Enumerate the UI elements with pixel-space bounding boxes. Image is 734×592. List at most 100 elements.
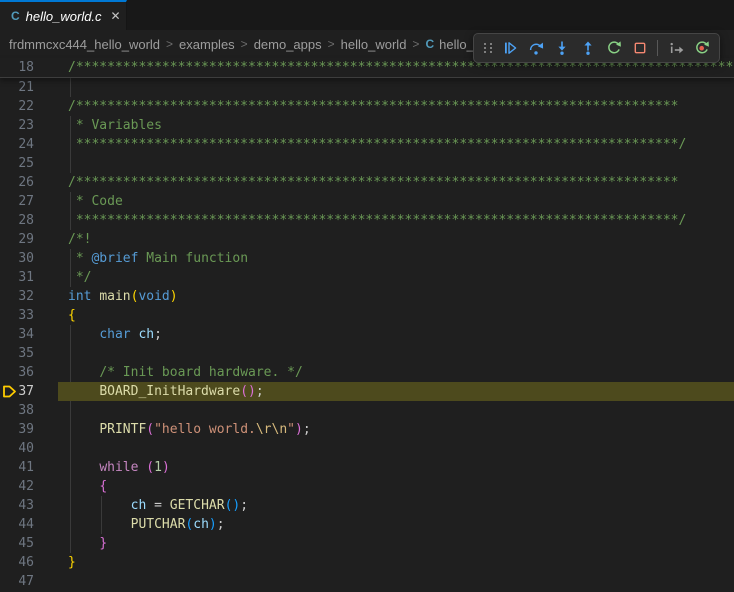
code-token <box>68 422 99 437</box>
code-text: /* Init board hardware. */ <box>68 363 734 382</box>
line-number[interactable]: 32 <box>0 287 34 306</box>
line-number[interactable]: 43 <box>0 496 34 515</box>
line-number[interactable]: 18 <box>0 58 34 77</box>
code-line[interactable]: 47 <box>0 572 734 591</box>
line-number[interactable]: 44 <box>0 515 34 534</box>
restart-icon[interactable] <box>601 36 626 60</box>
breadcrumb-item[interactable]: frdmmcxc444_hello_world <box>9 37 160 52</box>
line-number[interactable]: 45 <box>0 534 34 553</box>
code-text: ch = GETCHAR(); <box>68 496 734 515</box>
code-line[interactable]: 24 *************************************… <box>0 135 734 154</box>
code-token: "hello world. <box>154 422 256 437</box>
code-line[interactable]: 27 * Code <box>0 192 734 211</box>
code-line[interactable]: 29 /*! <box>0 230 734 249</box>
line-number[interactable]: 47 <box>0 572 34 591</box>
code-token: ****************************************… <box>68 137 686 152</box>
breadcrumb-item[interactable]: examples <box>179 37 235 52</box>
code-text: BOARD_InitHardware(); <box>68 382 734 401</box>
code-token: ; <box>217 517 225 532</box>
code-token: ch <box>193 517 209 532</box>
code-token <box>68 384 99 399</box>
step-over-icon[interactable] <box>523 36 548 60</box>
code-text: PUTCHAR(ch); <box>68 515 734 534</box>
line-number[interactable]: 34 <box>0 325 34 344</box>
line-number[interactable]: 33 <box>0 306 34 325</box>
code-line[interactable]: 43 ch = GETCHAR(); <box>0 496 734 515</box>
line-number[interactable]: 26 <box>0 173 34 192</box>
code-token: \r\n <box>256 422 287 437</box>
line-number[interactable]: 42 <box>0 477 34 496</box>
code-line[interactable]: 21 <box>0 78 734 97</box>
line-number[interactable]: 28 <box>0 211 34 230</box>
continue-icon[interactable] <box>497 36 522 60</box>
line-number[interactable]: 30 <box>0 249 34 268</box>
line-number[interactable]: 31 <box>0 268 34 287</box>
line-number[interactable]: 21 <box>0 78 34 97</box>
step-into-icon[interactable] <box>549 36 574 60</box>
code-token: /*! <box>68 232 91 247</box>
code-line[interactable]: 33{ <box>0 306 734 325</box>
step-out-icon[interactable] <box>575 36 600 60</box>
tab-hello-world-c[interactable]: C hello_world.c ✕ <box>0 0 127 30</box>
code-line[interactable]: 36 /* Init board hardware. */ <box>0 363 734 382</box>
gripper-icon[interactable] <box>479 36 496 60</box>
line-number[interactable]: 36 <box>0 363 34 382</box>
line-number[interactable]: 46 <box>0 553 34 572</box>
code-token: * Code <box>68 194 123 209</box>
stop-icon[interactable] <box>627 36 652 60</box>
line-number[interactable]: 40 <box>0 439 34 458</box>
code-line[interactable]: 39 PRINTF("hello world.\r\n"); <box>0 420 734 439</box>
line-number[interactable]: 25 <box>0 154 34 173</box>
code-text <box>68 344 734 363</box>
code-text <box>68 78 734 97</box>
code-line[interactable]: 44 PUTCHAR(ch); <box>0 515 734 534</box>
code-text: /*! <box>68 230 734 249</box>
code-token: /* Init board hardware. */ <box>99 365 303 380</box>
code-line[interactable]: 37 BOARD_InitHardware(); <box>0 382 734 401</box>
line-number[interactable]: 39 <box>0 420 34 439</box>
code-line[interactable]: 26 /*************************************… <box>0 173 734 192</box>
c-file-icon: C <box>425 37 434 51</box>
debug-toolbar <box>473 33 720 63</box>
code-line[interactable]: 25 <box>0 154 734 173</box>
code-line[interactable]: 31 */ <box>0 268 734 287</box>
line-number[interactable]: 35 <box>0 344 34 363</box>
line-number[interactable]: 27 <box>0 192 34 211</box>
code-line[interactable]: 42 { <box>0 477 734 496</box>
code-token: PUTCHAR <box>131 517 186 532</box>
code-token: ) <box>209 517 217 532</box>
code-text: * @brief Main function <box>68 249 734 268</box>
code-line[interactable]: 35 <box>0 344 734 363</box>
code-text: /***************************************… <box>68 97 734 116</box>
code-line[interactable]: 45 } <box>0 534 734 553</box>
reset-device-icon[interactable] <box>689 36 714 60</box>
code-line[interactable]: 30 * @brief Main function <box>0 249 734 268</box>
line-number[interactable]: 22 <box>0 97 34 116</box>
code-token: Main function <box>138 251 248 266</box>
code-line[interactable]: 41 while (1) <box>0 458 734 477</box>
code-editor[interactable]: 18 /*************************************… <box>0 58 734 592</box>
code-text: } <box>68 553 734 572</box>
code-line[interactable]: 40 <box>0 439 734 458</box>
line-number[interactable]: 23 <box>0 116 34 135</box>
code-line[interactable]: 22 /*************************************… <box>0 97 734 116</box>
code-token <box>68 517 131 532</box>
code-token: ( <box>146 422 154 437</box>
close-icon[interactable]: ✕ <box>111 9 121 23</box>
line-number[interactable]: 29 <box>0 230 34 249</box>
instruction-step-icon[interactable] <box>663 36 688 60</box>
code-line[interactable]: 46} <box>0 553 734 572</box>
line-number[interactable]: 41 <box>0 458 34 477</box>
code-text: /***************************************… <box>68 173 734 192</box>
code-line[interactable]: 34 char ch; <box>0 325 734 344</box>
code-text: ****************************************… <box>68 211 734 230</box>
code-line[interactable]: 32int main(void) <box>0 287 734 306</box>
code-line[interactable]: 38 <box>0 401 734 420</box>
breadcrumb-item[interactable]: hello_world <box>341 37 407 52</box>
chevron-right-icon: > <box>166 37 173 51</box>
breadcrumb-item[interactable]: demo_apps <box>254 37 322 52</box>
code-line[interactable]: 23 * Variables <box>0 116 734 135</box>
line-number[interactable]: 24 <box>0 135 34 154</box>
code-line[interactable]: 28 *************************************… <box>0 211 734 230</box>
code-text: } <box>68 534 734 553</box>
